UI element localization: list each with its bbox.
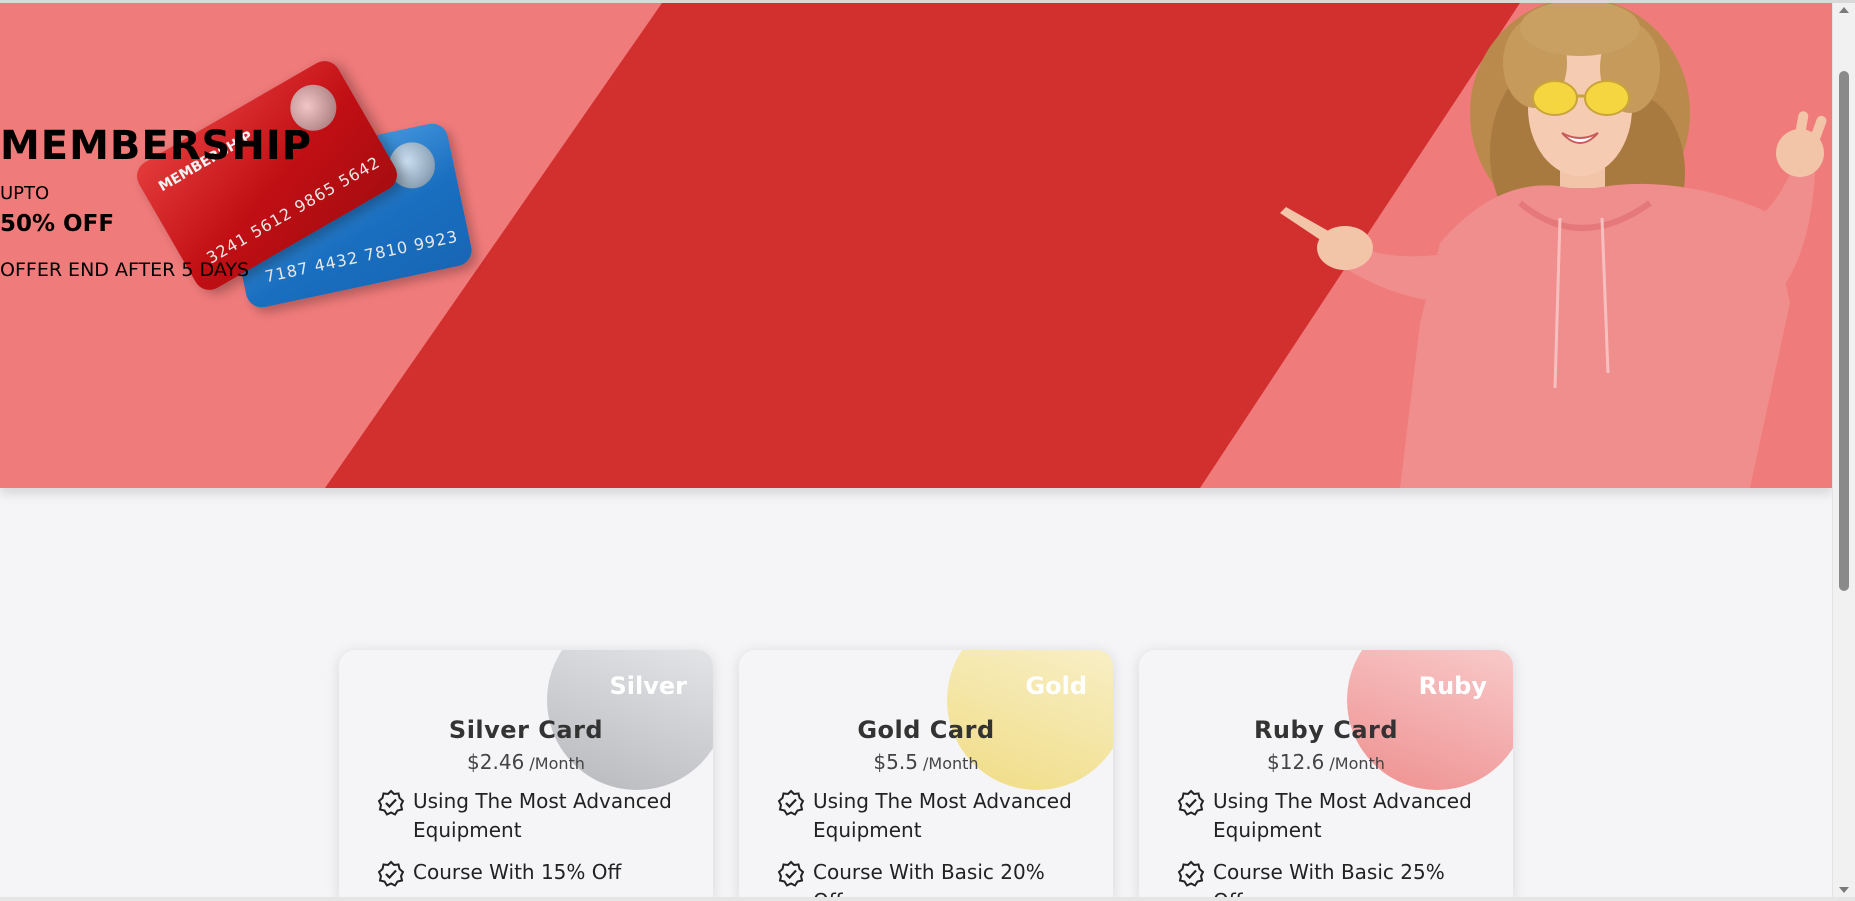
price-amount: $12.6: [1267, 750, 1325, 774]
price-period: /Month: [1329, 754, 1385, 773]
badge-check-icon: [377, 789, 405, 816]
plan-title: Gold Card: [857, 716, 995, 744]
price-period: /Month: [923, 754, 979, 773]
vertical-scrollbar[interactable]: [1832, 3, 1855, 897]
badge-check-icon: [1177, 860, 1205, 887]
plan-title: Silver Card: [448, 716, 604, 744]
feature-text: Course With 15% Off: [413, 860, 622, 884]
banner-offer-text: OFFER END AFTER 5 DAYS: [0, 259, 250, 281]
banner-discount: 50% OFF: [0, 211, 115, 237]
price-amount: $2.46: [467, 750, 525, 774]
feature-text: Using The Most Advanced Equipment: [813, 789, 1072, 842]
membership-banner: 7187 4432 7810 9923 MEMBERSHIP 3241 5612…: [0, 3, 1832, 488]
feature-list: Using The Most Advanced Equipment Course…: [1177, 787, 1477, 897]
badge-check-icon: [377, 860, 405, 887]
feature-item: Using The Most Advanced Equipment: [377, 787, 677, 845]
scrollbar-thumb[interactable]: [1839, 71, 1849, 591]
feature-text: Course With Basic 25% Off: [1213, 860, 1445, 897]
plan-price: $12.6 /Month: [1139, 750, 1513, 774]
feature-item: Using The Most Advanced Equipment: [777, 787, 1077, 845]
woman-pointing-image: [1280, 3, 1827, 488]
price-amount: $5.5: [873, 750, 918, 774]
tier-label: Ruby: [1418, 672, 1487, 700]
feature-item: Course With 15% Off: [377, 858, 677, 887]
feature-item: Course With Basic 25% Off: [1177, 858, 1477, 897]
plan-card-ruby[interactable]: Ruby Ruby Card $12.6 /Month Using The Mo…: [1139, 650, 1513, 897]
feature-text: Using The Most Advanced Equipment: [1213, 789, 1472, 842]
feature-text: Course With Basic 20% Off: [813, 860, 1045, 897]
tier-label: Gold: [1025, 672, 1087, 700]
price-period: /Month: [529, 754, 585, 773]
feature-item: Course With Basic 20% Off: [777, 858, 1077, 897]
feature-list: Using The Most Advanced Equipment Course…: [377, 787, 677, 897]
plan-price: $5.5 /Month: [739, 750, 1113, 774]
plan-card-silver[interactable]: Silver Silver Card $2.46 /Month Using Th…: [339, 650, 713, 897]
plan-title: Ruby Card: [1253, 716, 1399, 744]
scroll-up-arrow-icon[interactable]: [1839, 7, 1849, 13]
banner-title: MEMBERSHIP: [0, 123, 313, 169]
badge-check-icon: [1177, 789, 1205, 816]
banner-upto-text: UPTO: [0, 183, 50, 204]
plan-price: $2.46 /Month: [339, 750, 713, 774]
badge-check-icon: [777, 860, 805, 887]
feature-item: Using The Most Advanced Equipment: [1177, 787, 1477, 845]
feature-text: Using The Most Advanced Equipment: [413, 789, 672, 842]
badge-check-icon: [777, 789, 805, 816]
page-viewport: 7187 4432 7810 9923 MEMBERSHIP 3241 5612…: [0, 3, 1832, 897]
feature-list: Using The Most Advanced Equipment Course…: [777, 787, 1077, 897]
window-bottom-border: [0, 897, 1855, 901]
plan-card-gold[interactable]: Gold Gold Card $5.5 /Month Using The Mos…: [739, 650, 1113, 897]
tier-label: Silver: [609, 672, 688, 700]
scroll-down-arrow-icon[interactable]: [1839, 887, 1849, 893]
